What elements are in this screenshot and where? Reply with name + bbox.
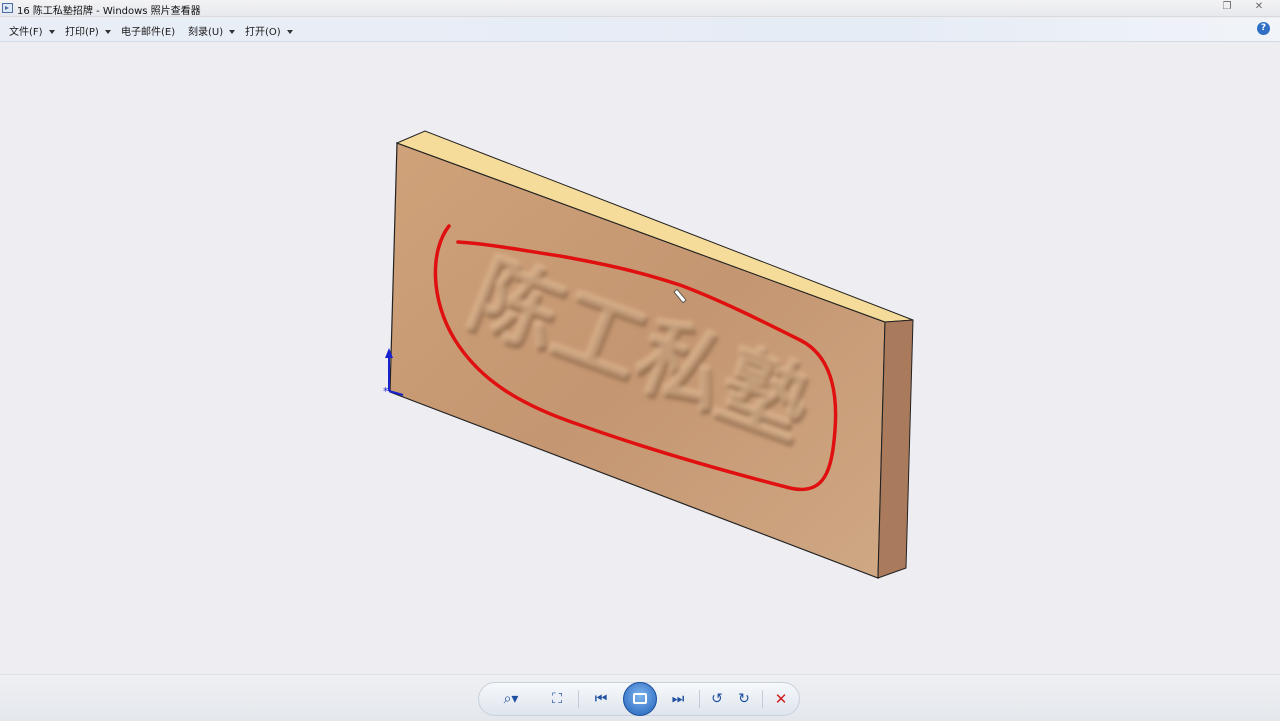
- chevron-down-icon: [104, 30, 111, 34]
- rotate-cw-icon: ↻: [738, 691, 750, 707]
- chevron-down-icon: [48, 30, 55, 34]
- rotate-right-button[interactable]: ↻: [733, 689, 755, 709]
- menu-print-label: 打印(P): [65, 27, 99, 38]
- rotate-left-button[interactable]: ↺: [706, 689, 728, 709]
- separator: [699, 690, 700, 708]
- previous-button[interactable]: ⏮: [590, 689, 612, 709]
- svg-text:*: *: [383, 385, 389, 398]
- next-button[interactable]: ⏭: [667, 689, 689, 709]
- menu-bar: 文件(F) 打印(P) 电子邮件(E) 刻录(U) 打开(O) ?: [0, 18, 1280, 42]
- zoom-button[interactable]: ⌕▾: [500, 689, 522, 709]
- menu-burn[interactable]: 刻录(U): [188, 23, 236, 38]
- chevron-down-icon: [286, 30, 293, 34]
- next-icon: ⏭: [671, 691, 685, 707]
- close-icon[interactable]: ✕: [1248, 0, 1270, 14]
- separator: [578, 690, 579, 708]
- title-bar: 16 陈工私塾招牌 - Windows 照片查看器 ❐ ✕: [0, 0, 1280, 17]
- menu-open[interactable]: 打开(O): [245, 23, 293, 38]
- menu-file-label: 文件(F): [9, 27, 43, 38]
- separator: [762, 690, 763, 708]
- fit-window-icon: ⛶: [552, 691, 562, 707]
- previous-icon: ⏮: [594, 691, 608, 707]
- slideshow-button[interactable]: [623, 682, 657, 716]
- image-viewport[interactable]: 陈工私塾 陈工私塾 *: [0, 42, 1280, 674]
- restore-icon[interactable]: ❐: [1216, 0, 1238, 14]
- rotate-ccw-icon: ↺: [711, 691, 723, 707]
- menu-burn-label: 刻录(U): [188, 27, 224, 38]
- actual-size-button[interactable]: ⛶: [546, 689, 568, 709]
- magnifier-icon: ⌕▾: [503, 691, 519, 707]
- menu-email-label: 电子邮件(E): [121, 27, 176, 38]
- chevron-down-icon: [229, 30, 236, 34]
- delete-button[interactable]: ✕: [770, 689, 792, 709]
- help-icon[interactable]: ?: [1257, 22, 1270, 35]
- menu-file[interactable]: 文件(F): [9, 23, 55, 38]
- delete-icon: ✕: [774, 690, 788, 708]
- menu-email[interactable]: 电子邮件(E): [121, 23, 175, 38]
- signboard-image: 陈工私塾 陈工私塾 *: [383, 130, 914, 579]
- photo-viewer-icon: [2, 3, 13, 13]
- menu-print[interactable]: 打印(P): [65, 23, 111, 38]
- window-title: 16 陈工私塾招牌 - Windows 照片查看器: [17, 6, 201, 17]
- menu-open-label: 打开(O): [245, 27, 281, 38]
